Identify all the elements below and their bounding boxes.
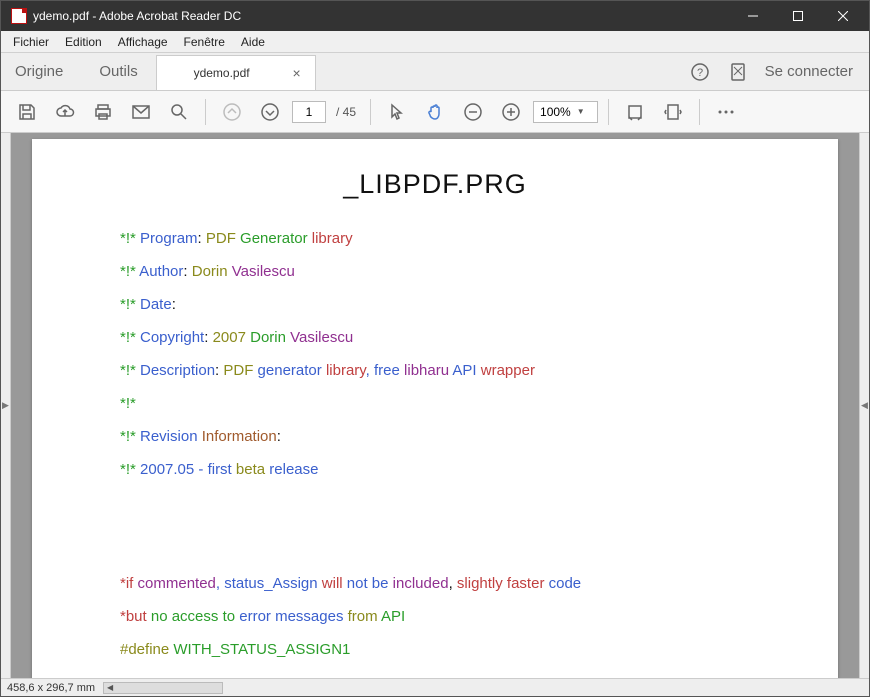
menubar: Fichier Edition Affichage Fenêtre Aide (1, 31, 869, 53)
code-line: *but no access to error messages from AP… (50, 606, 820, 627)
fit-width-icon[interactable] (619, 96, 651, 128)
toolbar: / 45 100% ▼ (1, 91, 869, 133)
code-line: *!* 2007.05 - first beta release (50, 459, 820, 480)
horizontal-scrollbar[interactable]: ◀ (103, 682, 223, 694)
menu-window[interactable]: Fenêtre (176, 33, 233, 51)
hand-tool-icon[interactable] (419, 96, 451, 128)
left-panel-toggle[interactable]: ▶ (1, 133, 11, 678)
search-icon[interactable] (163, 96, 195, 128)
code-line: *!* Description: PDF generator library, … (50, 360, 820, 381)
window-titlebar: ydemo.pdf - Adobe Acrobat Reader DC (1, 1, 869, 31)
menu-view[interactable]: Affichage (110, 33, 176, 51)
save-icon[interactable] (11, 96, 43, 128)
zoom-value: 100% (540, 105, 571, 119)
blank-line (50, 492, 820, 507)
tab-close-icon[interactable]: × (293, 66, 301, 80)
pdf-page: _LIBPDF.PRG *!* Program: PDF Generator l… (32, 139, 838, 678)
cloud-icon[interactable] (49, 96, 81, 128)
tab-tools[interactable]: Outils (81, 53, 155, 90)
code-line: *!* (50, 393, 820, 414)
select-tool-icon[interactable] (381, 96, 413, 128)
print-icon[interactable] (87, 96, 119, 128)
page-number-input[interactable] (292, 101, 326, 123)
tab-document-label: ydemo.pdf (171, 66, 273, 80)
right-panel-toggle[interactable]: ◀ (859, 133, 869, 678)
email-icon[interactable] (125, 96, 157, 128)
app-icon (11, 8, 27, 24)
code-line: *!* Author: Dorin Vasilescu (50, 261, 820, 282)
page-down-icon[interactable] (254, 96, 286, 128)
chevron-down-icon: ▼ (577, 107, 585, 116)
scroll-left-icon[interactable]: ◀ (104, 683, 116, 692)
close-button[interactable] (820, 1, 865, 31)
menu-edit[interactable]: Edition (57, 33, 110, 51)
menu-file[interactable]: Fichier (5, 33, 57, 51)
tab-document[interactable]: ydemo.pdf × (156, 55, 316, 90)
content-area: ▶ _LIBPDF.PRG *!* Program: PDF Generator… (1, 133, 869, 678)
code-line: *!* Revision Information: (50, 426, 820, 447)
zoom-out-icon[interactable] (457, 96, 489, 128)
help-icon[interactable]: ? (689, 61, 711, 83)
minimize-button[interactable] (730, 1, 775, 31)
maximize-button[interactable] (775, 1, 820, 31)
window-title: ydemo.pdf - Adobe Acrobat Reader DC (33, 9, 241, 23)
fit-page-icon[interactable] (657, 96, 689, 128)
code-line: #define WITH_STATUS_ASSIGN1 (50, 639, 820, 660)
svg-text:?: ? (697, 67, 703, 79)
blank-line (50, 546, 820, 561)
code-line: *if commented, status_Assign will not be… (50, 573, 820, 594)
blank-line (50, 672, 820, 678)
code-line: *!* Date: (50, 294, 820, 315)
signin-link[interactable]: Se connecter (765, 63, 853, 80)
triangle-left-icon: ◀ (861, 400, 868, 411)
tab-home[interactable]: Origine (1, 53, 81, 90)
code-line: *!* Copyright: 2007 Dorin Vasilescu (50, 327, 820, 348)
triangle-right-icon: ▶ (2, 400, 9, 411)
menu-help[interactable]: Aide (233, 33, 273, 51)
code-line: *!* Program: PDF Generator library (50, 228, 820, 249)
page-dimensions: 458,6 x 296,7 mm (7, 682, 95, 694)
statusbar: 458,6 x 296,7 mm ◀ (1, 678, 869, 696)
tabbar: Origine Outils ydemo.pdf × ? Se connecte… (1, 53, 869, 91)
document-viewport[interactable]: _LIBPDF.PRG *!* Program: PDF Generator l… (11, 133, 859, 678)
page-total-label: / 45 (332, 105, 360, 119)
doc-title: _LIBPDF.PRG (50, 169, 820, 200)
more-tools-icon[interactable] (710, 96, 742, 128)
blank-line (50, 519, 820, 534)
zoom-in-icon[interactable] (495, 96, 527, 128)
mobile-icon[interactable] (727, 61, 749, 83)
zoom-select[interactable]: 100% ▼ (533, 101, 598, 123)
page-up-icon (216, 96, 248, 128)
